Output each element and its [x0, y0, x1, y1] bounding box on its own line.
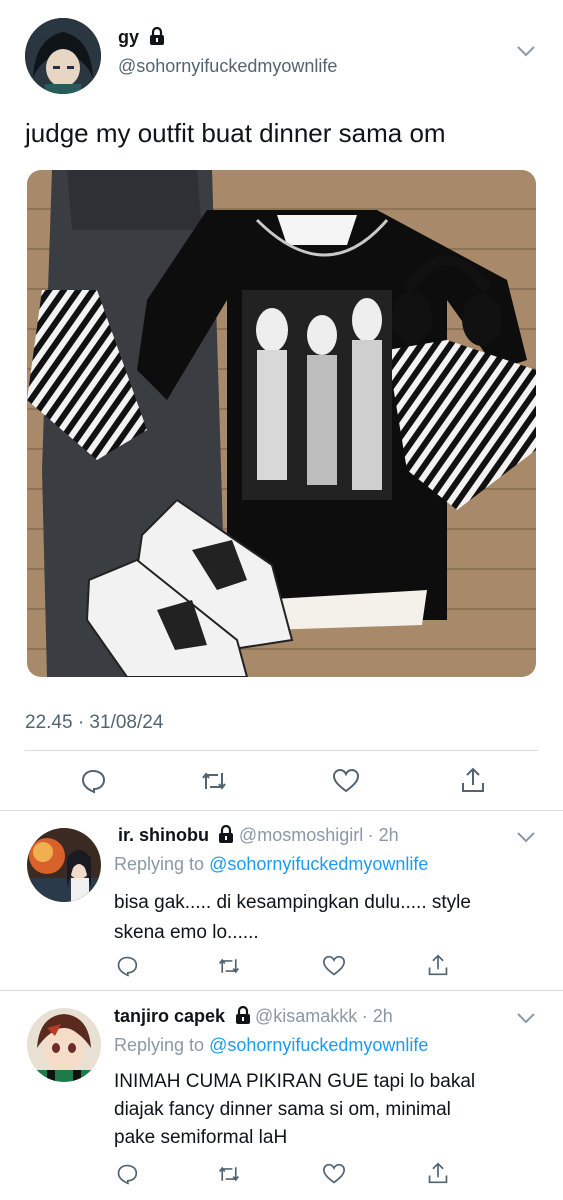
reply-text: bisa gak..... di kesampingkan dulu..... …: [114, 888, 471, 948]
reply-header: tanjiro capek @kisamakkk · 2h: [114, 1005, 393, 1029]
like-icon[interactable]: [322, 1163, 346, 1185]
outfit-photo: [27, 170, 536, 677]
reply-header: ir. shinobu @mosmoshigirl · 2h: [118, 824, 399, 848]
like-icon[interactable]: [332, 768, 360, 794]
avatar[interactable]: [27, 1008, 101, 1082]
share-icon[interactable]: [460, 766, 486, 794]
share-icon[interactable]: [427, 953, 449, 977]
avatar-illustration: [27, 1008, 101, 1082]
chevron-down-icon[interactable]: [516, 1011, 536, 1025]
lock-icon: [149, 26, 165, 50]
avatar[interactable]: [25, 18, 101, 94]
reply-icon[interactable]: [116, 955, 138, 977]
replying-to-label: Replying to: [114, 854, 205, 874]
reply-text: INIMAH CUMA PIKIRAN GUE tapi lo bakal di…: [114, 1068, 475, 1152]
reply-icon[interactable]: [116, 1163, 138, 1185]
display-name[interactable]: ir. shinobu: [118, 825, 209, 845]
retweet-icon[interactable]: [217, 955, 241, 977]
timestamp[interactable]: 22.45 · 31/08/24: [25, 712, 163, 734]
display-name-text: gy: [118, 27, 140, 47]
replying-to-link[interactable]: @sohornyifuckedmyownlife: [209, 854, 428, 874]
handle[interactable]: @sohornyifuckedmyownlife: [118, 56, 337, 77]
chevron-down-icon[interactable]: [516, 830, 536, 844]
reply-time: · 2h: [367, 825, 399, 845]
reply-text-line: skena emo lo......: [114, 922, 259, 943]
lock-icon: [218, 824, 234, 848]
replying-to-label: Replying to: [114, 1035, 205, 1055]
avatar-illustration: [27, 828, 101, 902]
retweet-icon[interactable]: [200, 768, 228, 794]
avatar-illustration: [25, 18, 101, 94]
like-icon[interactable]: [322, 955, 346, 977]
handle[interactable]: @kisamakkk: [255, 1006, 357, 1026]
display-name[interactable]: gy: [118, 26, 165, 50]
replying-to: Replying to @sohornyifuckedmyownlife: [114, 1035, 428, 1056]
replying-to: Replying to @sohornyifuckedmyownlife: [114, 854, 428, 875]
divider: [0, 990, 563, 991]
display-name[interactable]: tanjiro capek: [114, 1006, 225, 1026]
tweet-image[interactable]: [27, 170, 536, 677]
reply-text-line: pake semiformal laH: [114, 1127, 288, 1148]
reply-text-line: diajak fancy dinner sama si om, minimal: [114, 1099, 451, 1120]
avatar[interactable]: [27, 828, 101, 902]
handle[interactable]: @mosmoshigirl: [239, 825, 363, 845]
reply-text-line: INIMAH CUMA PIKIRAN GUE tapi lo bakal: [114, 1071, 476, 1092]
tweet-text: judge my outfit buat dinner sama om: [25, 118, 446, 148]
reply-icon[interactable]: [80, 768, 106, 794]
divider: [25, 750, 538, 751]
divider: [0, 810, 563, 811]
share-icon[interactable]: [427, 1161, 449, 1185]
retweet-icon[interactable]: [217, 1163, 241, 1185]
lock-icon: [235, 1005, 251, 1029]
reply-text-line: bisa gak..... di kesampingkan dulu..... …: [114, 892, 471, 913]
replying-to-link[interactable]: @sohornyifuckedmyownlife: [209, 1035, 428, 1055]
chevron-down-icon[interactable]: [516, 44, 536, 58]
reply-time: · 2h: [361, 1006, 393, 1026]
